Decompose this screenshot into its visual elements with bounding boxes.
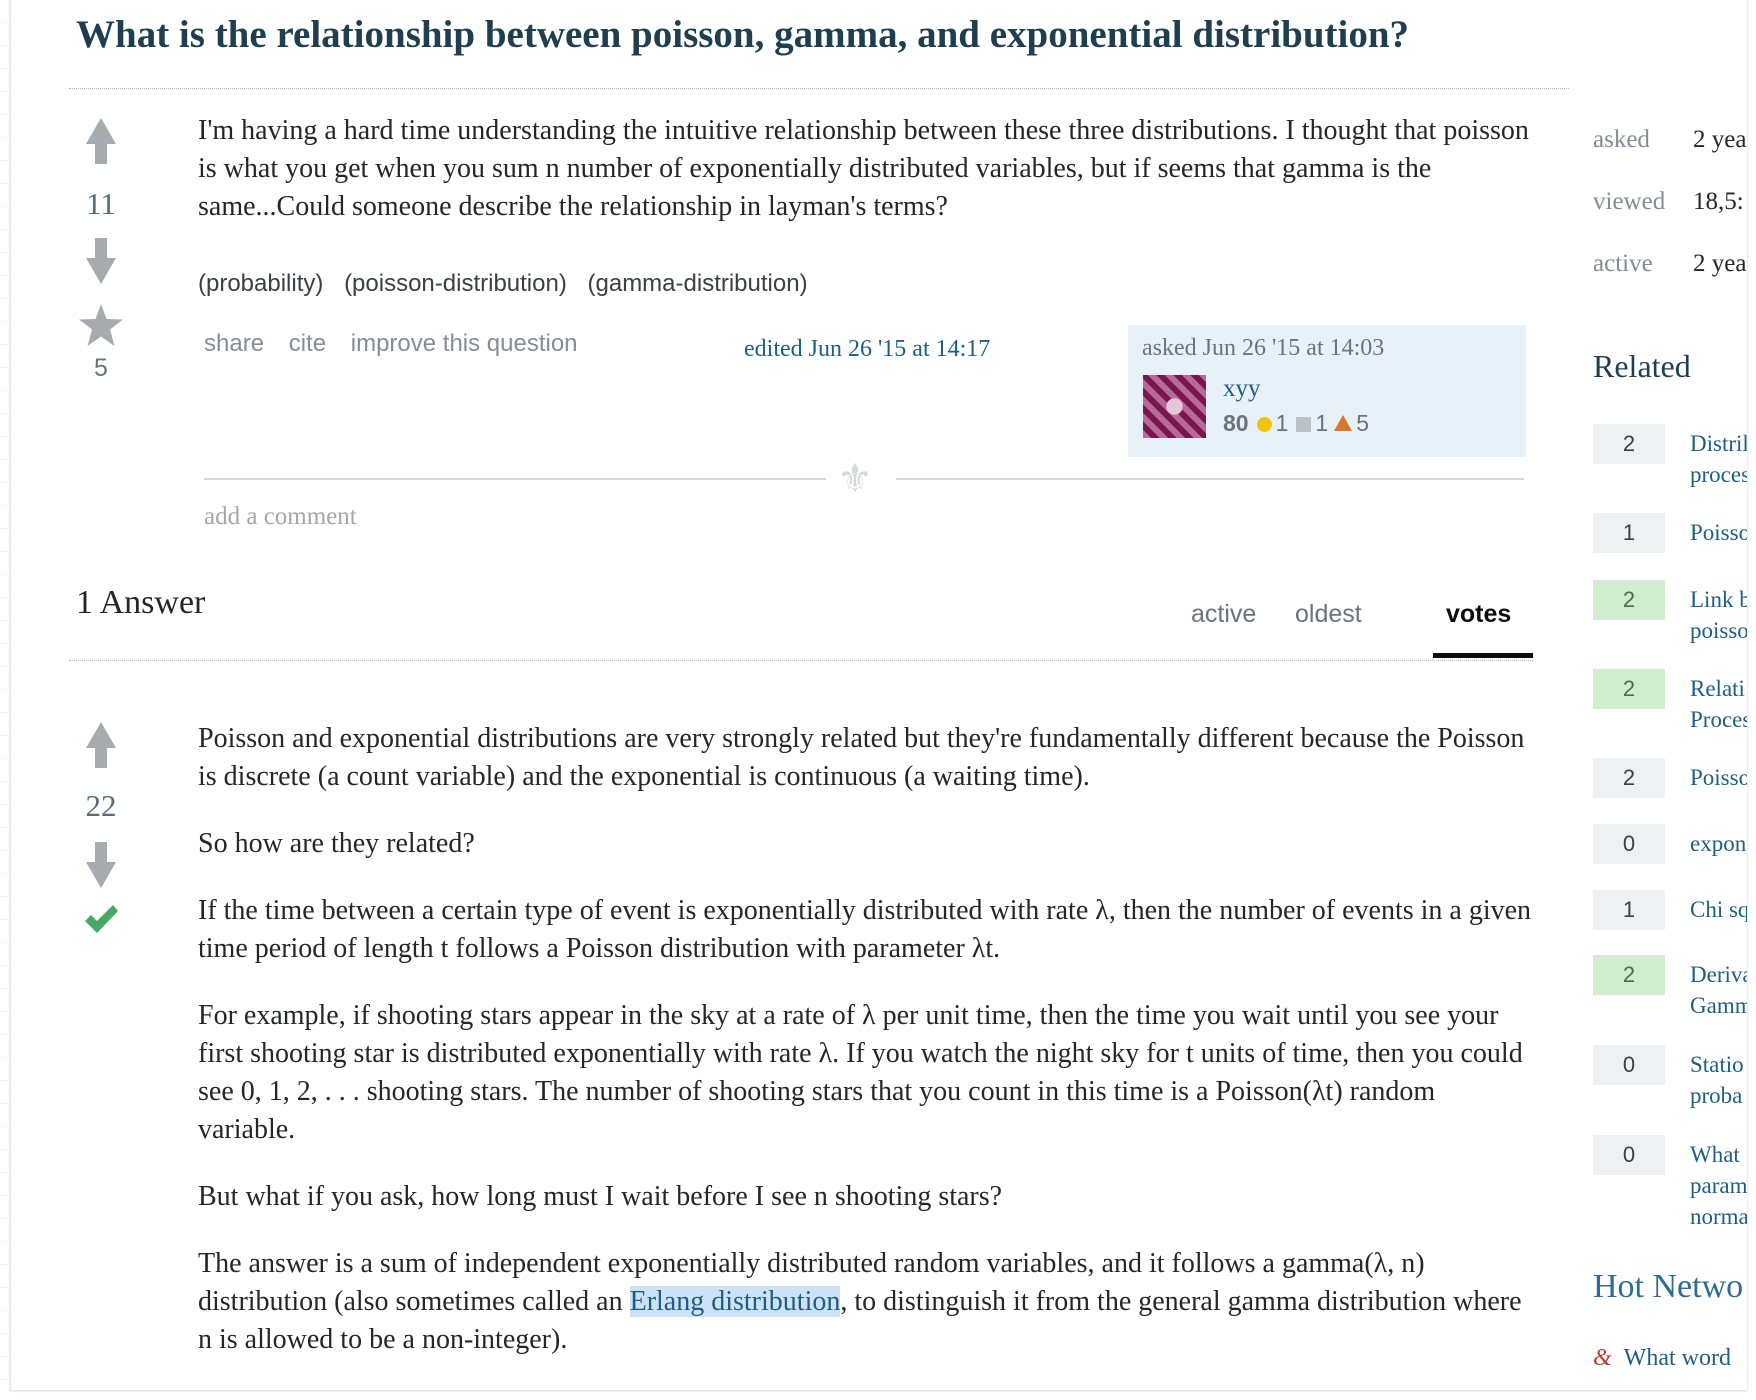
question-tags: (probability) (poisson-distribution) (ga…	[198, 270, 822, 298]
related-header: Related	[1593, 348, 1691, 384]
meta-value-active: 2 yea	[1693, 250, 1747, 277]
answer-paragraph-6: The answer is a sum of independent expon…	[198, 1245, 1538, 1359]
answer-upvote-arrow-icon[interactable]	[86, 722, 116, 768]
related-link[interactable]: expon	[1690, 828, 1746, 859]
tab-votes[interactable]: votes	[1446, 600, 1511, 629]
answer-paragraph-1: Poisson and exponential distributions ar…	[198, 723, 1525, 792]
answer-paragraph-5: But what if you ask, how long must I wai…	[198, 1181, 1003, 1212]
share-link[interactable]: share	[204, 330, 264, 357]
tab-active[interactable]: active	[1191, 600, 1256, 629]
downvote-arrow-icon[interactable]	[86, 238, 116, 284]
tag-poisson-distribution[interactable]: (poisson-distribution)	[344, 270, 567, 297]
tab-oldest[interactable]: oldest	[1295, 600, 1362, 629]
question-vote-count: 11	[86, 186, 116, 221]
related-answer-count: 2	[1593, 669, 1665, 709]
related-answer-count: 2	[1593, 424, 1665, 464]
related-link[interactable]: Chi sq	[1690, 894, 1747, 925]
improve-question-link[interactable]: improve this question	[351, 330, 578, 357]
answer-paragraph-2: So how are they related?	[198, 828, 475, 859]
hot-network-item[interactable]: & What word	[1593, 1345, 1731, 1372]
related-answer-count: 2	[1593, 580, 1665, 620]
related-answer-count: 1	[1593, 513, 1665, 553]
comment-divider: ⚜	[204, 456, 1524, 502]
question-vote-cell: 11 5	[51, 118, 151, 383]
related-answer-count: 0	[1593, 1045, 1665, 1085]
related-link[interactable]: Relati Proces	[1690, 673, 1747, 735]
silver-badge-count: 1	[1315, 410, 1329, 436]
accepted-checkmark-icon	[85, 905, 118, 933]
title-rule	[69, 88, 1569, 89]
asked-date: asked Jun 26 '15 at 14:03	[1142, 335, 1385, 361]
related-link[interactable]: Distril proces	[1690, 428, 1747, 490]
cite-link[interactable]: cite	[289, 330, 326, 357]
related-link[interactable]: Poisso	[1690, 517, 1747, 548]
answers-rule	[69, 660, 1533, 661]
erlang-distribution-link[interactable]: Erlang distribution	[629, 1286, 841, 1317]
fleur-de-lis-icon: ⚜	[837, 456, 873, 502]
user-reputation: 80 1 1 5	[1223, 410, 1369, 437]
hot-network-link[interactable]: What word	[1624, 1345, 1731, 1371]
page-frame: What is the relationship between poisson…	[10, 0, 1747, 1391]
answer-paragraph-3: If the time between a certain type of ev…	[198, 895, 1532, 964]
add-comment-link[interactable]: add a comment	[204, 503, 357, 531]
answer-downvote-arrow-icon[interactable]	[86, 842, 116, 888]
favorite-star-icon[interactable]	[79, 304, 123, 346]
answer-paragraph-4: For example, if shooting stars appear in…	[198, 1000, 1523, 1145]
user-name[interactable]: xyy	[1223, 375, 1261, 403]
post-menu: share cite improve this question	[204, 330, 596, 358]
favorite-count: 5	[94, 354, 108, 382]
related-link[interactable]: Statio proba	[1690, 1049, 1744, 1111]
meta-value-asked: 2 yea	[1693, 126, 1747, 153]
meta-label-active: active	[1593, 250, 1653, 277]
question-text: I'm having a hard time understanding the…	[198, 115, 1529, 222]
related-link[interactable]: Link b poisso	[1690, 584, 1747, 646]
answers-count-header: 1 Answer	[76, 584, 206, 621]
question-body: I'm having a hard time understanding the…	[198, 112, 1538, 255]
related-link[interactable]: Poisso	[1690, 762, 1747, 793]
user-card: asked Jun 26 '15 at 14:03 xyy 80 1 1 5	[1128, 325, 1526, 457]
silver-badge-icon	[1296, 417, 1312, 432]
question-title[interactable]: What is the relationship between poisson…	[76, 12, 1409, 57]
tag-probability[interactable]: (probability)	[198, 270, 323, 297]
related-answer-count: 0	[1593, 824, 1665, 864]
related-answer-count: 2	[1593, 758, 1665, 798]
edited-link[interactable]: edited Jun 26 '15 at 14:17	[744, 336, 990, 363]
active-tab-indicator	[1433, 653, 1533, 658]
gold-badge-count: 1	[1275, 410, 1289, 436]
related-link[interactable]: What param norma	[1690, 1139, 1747, 1232]
bronze-badge-icon	[1334, 415, 1353, 431]
hot-network-header: Hot Netwo	[1593, 1268, 1744, 1305]
site-icon: &	[1593, 1345, 1612, 1371]
answer-vote-count: 22	[85, 788, 117, 823]
answer-body: Poisson and exponential distributions ar…	[198, 720, 1538, 1388]
avatar[interactable]	[1143, 375, 1206, 438]
tag-gamma-distribution[interactable]: (gamma-distribution)	[588, 270, 808, 297]
reputation-score: 80	[1223, 410, 1249, 436]
answer-vote-cell: 22	[51, 722, 151, 936]
related-link[interactable]: Deriva Gamm	[1690, 959, 1747, 1021]
page-edge	[0, 0, 10, 1400]
related-answer-count: 2	[1593, 955, 1665, 995]
meta-value-viewed: 18,5:	[1693, 188, 1744, 215]
upvote-arrow-icon[interactable]	[86, 118, 116, 164]
related-answer-count: 1	[1593, 890, 1665, 930]
related-answer-count: 0	[1593, 1135, 1665, 1175]
meta-label-asked: asked	[1593, 126, 1650, 153]
gold-badge-icon	[1256, 417, 1272, 432]
meta-label-viewed: viewed	[1593, 188, 1666, 215]
bronze-badge-count: 5	[1356, 410, 1369, 436]
